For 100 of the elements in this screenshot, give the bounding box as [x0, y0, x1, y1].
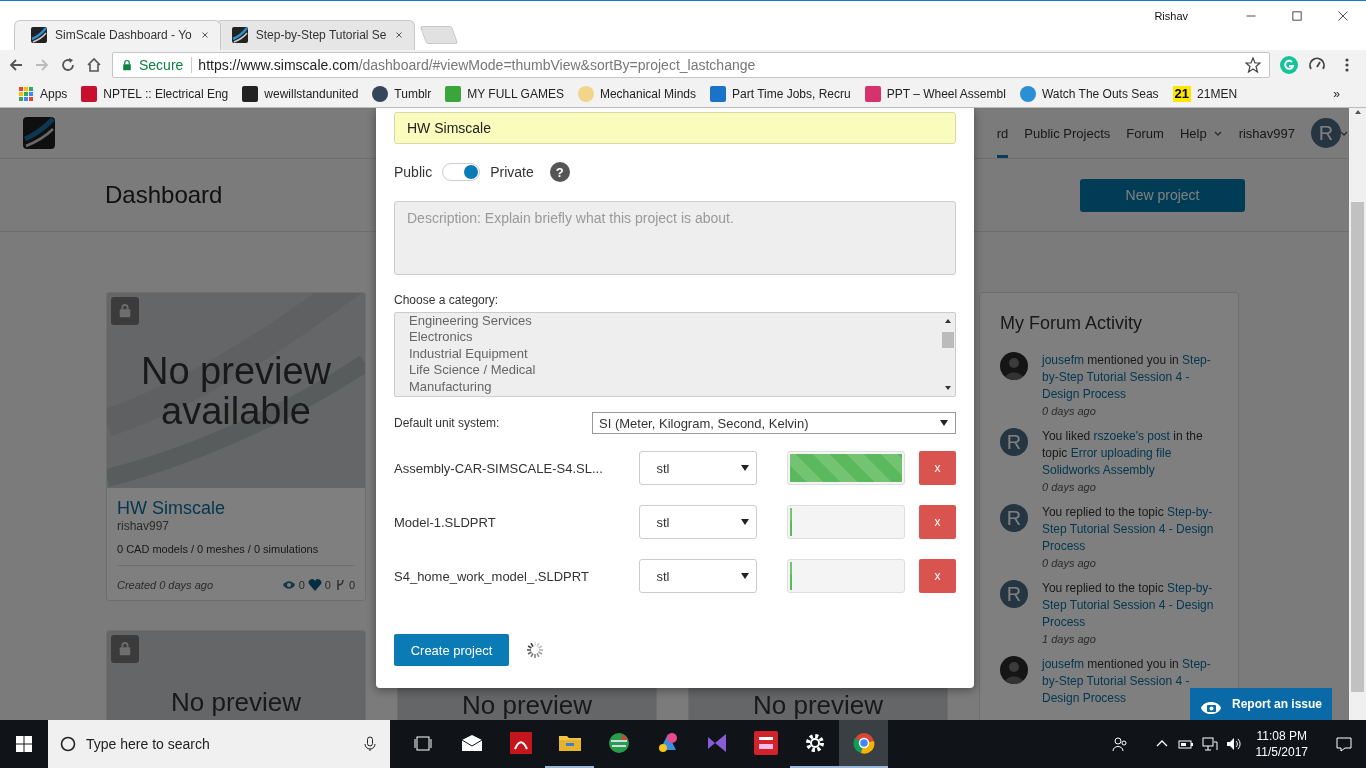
secure-label: Secure: [139, 57, 193, 74]
dropdown-arrow-icon: [740, 463, 751, 473]
remove-file-button[interactable]: x: [919, 451, 956, 485]
reload-icon[interactable]: [60, 57, 76, 74]
more-bookmarks-button[interactable]: »: [1333, 87, 1340, 102]
clock-time[interactable]: 11:08 PM: [1255, 728, 1308, 744]
clock-date[interactable]: 11/5/2017: [1255, 744, 1308, 760]
view-count: 0: [298, 579, 305, 591]
nav-link[interactable]: rd: [996, 108, 1009, 158]
up-arrow-icon: [1353, 108, 1362, 116]
category-option[interactable]: Life Science / Medical: [409, 362, 941, 379]
settings-icon: [803, 732, 826, 754]
nav-link[interactable]: Help: [1179, 108, 1223, 158]
no-preview-text: No preview: [751, 691, 885, 719]
bookmark-link[interactable]: Watch The Outs Seas: [1041, 87, 1159, 102]
lock-icon: [121, 59, 133, 72]
activity-time: 1 days ago: [1042, 633, 1097, 645]
category-option[interactable]: Electronics: [409, 329, 941, 346]
bookmark-link[interactable]: Part Time Jobs, Recru: [732, 87, 851, 102]
file-name: Model-1.SLDPRT: [394, 514, 497, 530]
activity-time: 0 days ago: [1042, 557, 1097, 569]
file-name: S4_home_work_model_.SLDPRT: [394, 568, 590, 584]
user-name[interactable]: rishav997: [1238, 125, 1295, 141]
network-icon: [1201, 736, 1218, 752]
browser-tab[interactable]: SimScale Dashboard - Yo: [14, 19, 221, 50]
site-logo-icon: [231, 27, 248, 44]
user-avatar: R: [1000, 428, 1028, 456]
fork-count: 0: [348, 579, 355, 591]
bookmark-link[interactable]: MY FULL GAMES: [467, 87, 564, 102]
activity-time: 0 days ago: [1042, 481, 1097, 493]
dropdown-arrow-icon: [740, 571, 751, 581]
category-list[interactable]: Engineering Services Electronics Industrial Equipment Life Science / Medical Manufacturing: [394, 312, 956, 397]
page-scrollbar[interactable]: [1349, 108, 1366, 720]
project-stats: 0 CAD models / 0 meshes / 0 simulations: [117, 543, 355, 566]
no-preview-text: No preview available: [139, 350, 333, 431]
category-option[interactable]: Manufacturing: [409, 378, 941, 396]
description-field[interactable]: Description: Explain briefly what this project is about.: [394, 201, 956, 275]
public-label: Public: [394, 164, 433, 180]
remove-file-button[interactable]: x: [919, 559, 956, 593]
activity-text: You replied to the topic Step-by-Step Tutorial Session 4 - Design Process: [1042, 580, 1214, 631]
format-select[interactable]: stl: [639, 451, 758, 485]
dropdown-arrow-icon: [740, 517, 751, 527]
category-option[interactable]: Industrial Equipment: [409, 345, 941, 363]
unit-system-label: Default unit system:: [394, 416, 501, 430]
star-icon: [1245, 57, 1261, 74]
notification-icon: [1336, 736, 1352, 752]
apps-grid-icon: [18, 86, 34, 103]
format-select[interactable]: stl: [639, 505, 758, 539]
card-title: My Forum Activity: [1000, 313, 1143, 334]
file-name: Assembly-CAR-SIMSCALE-S4.SL...: [394, 460, 604, 476]
project-name-field[interactable]: HW Simscale: [394, 112, 956, 144]
created-date: Created 0 days ago: [117, 579, 213, 591]
browser-icon: [852, 732, 875, 754]
format-select[interactable]: stl: [639, 559, 758, 593]
user-avatar: [1000, 656, 1028, 684]
taskbar-app[interactable]: [839, 720, 888, 768]
close-icon: [1337, 10, 1349, 22]
taskbar-search-field[interactable]: Type here to search: [48, 720, 390, 768]
bookmark-link[interactable]: Apps: [40, 87, 68, 102]
category-option[interactable]: Engineering Services: [409, 313, 941, 330]
up-arrow-icon: [944, 317, 952, 325]
bookmark-link[interactable]: PPT – Wheel Assembl: [886, 87, 1006, 102]
project-card[interactable]: No preview available HW Simscale rishav997 0 CAD models / 0 meshes / 0 simulations Created 0 days ago 0 0 0: [106, 292, 366, 601]
bookmark-link[interactable]: 21MEN: [1197, 87, 1238, 102]
people-icon: [1111, 736, 1128, 752]
activity-text: jousefm mentioned you in Step-by-Step Tutorial Session 4 - Design Process: [1042, 352, 1212, 403]
page-title: Dashboard: [105, 181, 223, 209]
no-preview-text: No preview: [460, 691, 594, 719]
category-label: Choose a category:: [394, 293, 500, 307]
bookmark-link[interactable]: wewillstandunited: [264, 87, 359, 102]
unit-system-select[interactable]: SI (Meter, Kilogram, Second, Kelvin): [592, 412, 956, 434]
nav-link[interactable]: Forum: [1126, 108, 1164, 158]
report-issue-button[interactable]: Report an issue: [1190, 688, 1332, 720]
activity-text: You replied to the topic Step-by-Step Tutorial Session 4 - Design Process: [1042, 504, 1214, 555]
help-button[interactable]: ?: [549, 162, 570, 182]
eye-icon: [281, 578, 296, 592]
activity-time: 0 days ago: [1042, 405, 1097, 417]
bookmark-link[interactable]: Tumblr: [394, 87, 432, 102]
remove-file-button[interactable]: x: [919, 505, 956, 539]
site-logo-icon: [23, 117, 55, 149]
menu-icon[interactable]: [1344, 57, 1350, 74]
volume-icon: [1225, 736, 1242, 752]
visibility-toggle[interactable]: [442, 163, 481, 181]
profile-name[interactable]: Rishav: [1154, 10, 1188, 22]
heart-icon: [307, 578, 322, 592]
url-text: https://www.simscale.com/dashboard/#viewMode=thumbView&sortBy=project_lastchange: [198, 57, 756, 74]
bookmark-link[interactable]: NPTEL :: Electrical Eng: [103, 87, 229, 102]
no-preview-text: No preview: [169, 688, 303, 716]
pdf-icon: [509, 732, 532, 754]
user-avatar: R: [1000, 504, 1028, 532]
lock-icon: [118, 304, 132, 318]
create-project-button[interactable]: Create project: [394, 634, 509, 666]
bookmark-link[interactable]: Mechanical Minds: [599, 87, 696, 102]
mail-icon: [459, 733, 484, 753]
home-icon[interactable]: [86, 57, 102, 74]
user-avatar: [1000, 352, 1028, 380]
site-badge: 21: [1172, 86, 1192, 103]
address-bar[interactable]: Secure https://www.simscale.com/dashboard/#viewMode=thumbView&sortBy=project_lastchange: [112, 52, 1270, 79]
scroll-thumb[interactable]: [942, 331, 954, 348]
nav-link[interactable]: Public Projects: [1024, 108, 1111, 158]
